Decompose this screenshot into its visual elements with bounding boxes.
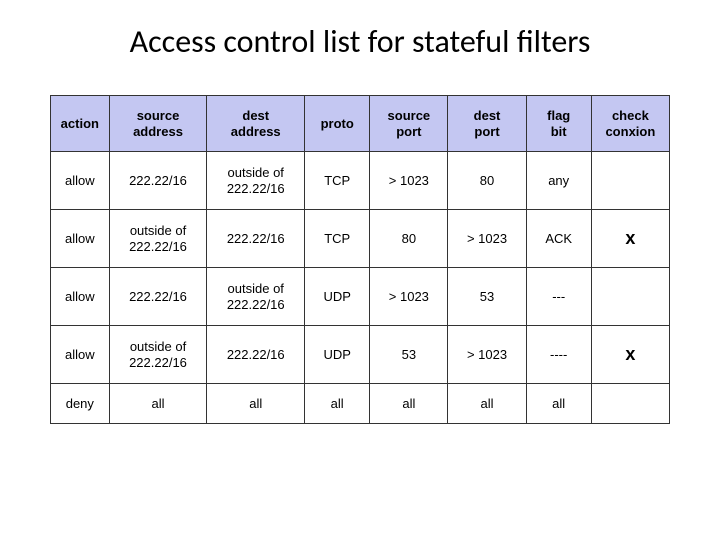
col-label: checkconxion [605,108,655,139]
cell-check: x [591,326,669,384]
cell-sport: > 1023 [370,152,448,210]
col-label: destaddress [231,108,281,139]
cell-sport: 80 [370,210,448,268]
cell-daddr: outside of 222.22/16 [207,268,305,326]
cell-sport: all [370,384,448,424]
table-row: allow 222.22/16 outside of 222.22/16 UDP… [51,268,670,326]
cell-dport: > 1023 [448,210,526,268]
cell-flag: ACK [526,210,591,268]
cell-dport: 53 [448,268,526,326]
cell-dport: all [448,384,526,424]
cell-proto: UDP [305,326,370,384]
cell-action: allow [51,268,110,326]
col-check-conxion: checkconxion [591,96,669,152]
col-action: action [51,96,110,152]
cell-action: deny [51,384,110,424]
col-dest-port: destport [448,96,526,152]
cell-proto: all [305,384,370,424]
cell-check [591,152,669,210]
table-body: allow 222.22/16 outside of 222.22/16 TCP… [51,152,670,424]
col-dest-address: destaddress [207,96,305,152]
cell-check: x [591,210,669,268]
cell-saddr: outside of 222.22/16 [109,326,207,384]
acl-table: action sourceaddress destaddress proto s… [50,95,670,424]
cell-action: allow [51,210,110,268]
cell-dport: > 1023 [448,326,526,384]
cell-dport: 80 [448,152,526,210]
cell-saddr: outside of 222.22/16 [109,210,207,268]
col-label: sourceport [388,108,431,139]
page-title: Access control list for stateful filters [50,22,670,61]
table-row: allow outside of 222.22/16 222.22/16 UDP… [51,326,670,384]
col-source-port: sourceport [370,96,448,152]
cell-action: allow [51,152,110,210]
cell-proto: TCP [305,152,370,210]
slide: Access control list for stateful filters… [0,0,720,540]
col-label: flagbit [547,108,570,139]
cell-proto: UDP [305,268,370,326]
cell-flag: any [526,152,591,210]
cell-daddr: 222.22/16 [207,326,305,384]
col-flag-bit: flagbit [526,96,591,152]
col-source-address: sourceaddress [109,96,207,152]
cell-proto: TCP [305,210,370,268]
table-row: allow 222.22/16 outside of 222.22/16 TCP… [51,152,670,210]
col-proto: proto [305,96,370,152]
cell-saddr: all [109,384,207,424]
cell-flag: ---- [526,326,591,384]
cell-check [591,268,669,326]
cell-saddr: 222.22/16 [109,152,207,210]
cell-daddr: 222.22/16 [207,210,305,268]
cell-flag: all [526,384,591,424]
cell-daddr: outside of 222.22/16 [207,152,305,210]
cell-action: allow [51,326,110,384]
cell-sport: > 1023 [370,268,448,326]
cell-sport: 53 [370,326,448,384]
cell-check [591,384,669,424]
table-header: action sourceaddress destaddress proto s… [51,96,670,152]
col-label: destport [474,108,501,139]
cell-flag: --- [526,268,591,326]
table-row: allow outside of 222.22/16 222.22/16 TCP… [51,210,670,268]
cell-daddr: all [207,384,305,424]
table-row: deny all all all all all all [51,384,670,424]
cell-saddr: 222.22/16 [109,268,207,326]
col-label: sourceaddress [133,108,183,139]
